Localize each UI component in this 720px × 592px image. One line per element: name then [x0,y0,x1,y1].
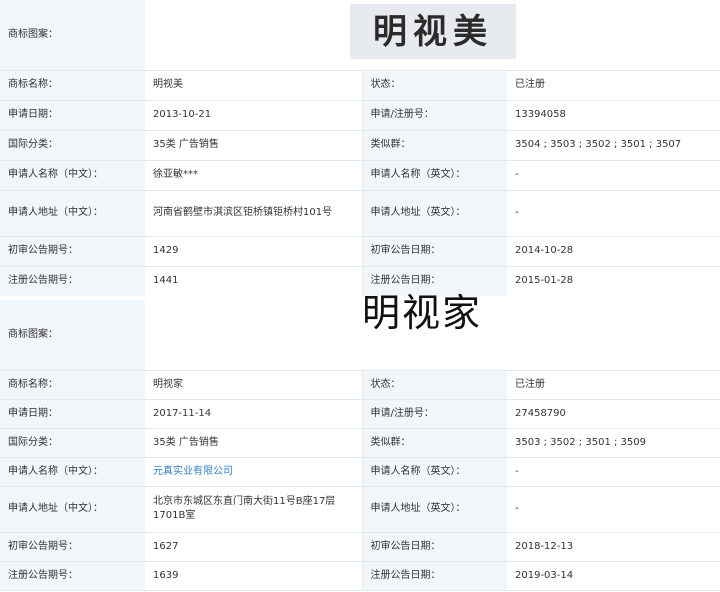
field-label: 注册公告期号： [0,266,145,297]
field-label: 国际分类： [0,130,145,161]
field-label: 注册公告日期： [361,561,507,591]
trademark-record-2: 商标图案： 明视家 商标名称： 明视家 状态： 已注册 申请日期： 2017-1… [0,291,720,591]
trademark-info-table: 商标图案： 明视美 商标名称： 明视美 状态： 已注册 申请日期： 2013-1… [0,0,720,297]
field-label: 初审公告期号： [0,532,145,562]
trademark-logo-text: 明视家 [362,291,483,335]
field-label: 申请人名称（英文）： [361,160,507,191]
field-label: 申请人地址（中文）： [0,486,145,533]
registration-announcement-date-value: 2015-01-28 [507,266,720,297]
field-label: 初审公告期号： [0,236,145,267]
trademark-info-table: 商标图案： 明视家 商标名称： 明视家 状态： 已注册 申请日期： 2017-1… [0,291,720,591]
trademark-logo-text: 明视美 [373,11,493,52]
field-label: 申请人名称（中文）： [0,457,145,487]
registration-number-value: 27458790 [507,399,720,429]
applicant-address-cn-value: 北京市东城区东直门南大街11号B座17层1701B室 [145,486,362,533]
application-date-value: 2013-10-21 [145,100,362,131]
registration-announcement-date-value: 2019-03-14 [507,561,720,591]
applicant-address-cn-value: 河南省鹤壁市淇滨区钜桥镇钜桥村101号 [145,190,362,237]
similar-groups-value: 3504 ; 3503 ; 3502 ; 3501 ; 3507 [507,130,720,161]
registration-announcement-issue-value: 1639 [145,561,362,591]
trademark-name-value: 明视家 [145,370,362,400]
field-label: 申请/注册号： [361,399,507,429]
logo-label: 商标图案： [0,300,145,371]
prelim-announcement-date-value: 2014-10-28 [507,236,720,267]
field-label: 申请人名称（英文）： [361,457,507,487]
field-label: 申请/注册号： [361,100,507,131]
registration-announcement-issue-value: 1441 [145,266,362,297]
logo-label: 商标图案： [0,0,145,71]
international-class-value: 35类 广告销售 [145,130,362,161]
trademark-logo: 明视美 [145,0,720,71]
applicant-name-cn-value: 元真实业有限公司 [145,457,362,487]
field-label: 注册公告期号： [0,561,145,591]
field-label: 申请人名称（中文）： [0,160,145,191]
registration-number-value: 13394058 [507,100,720,131]
field-label: 初审公告日期： [361,532,507,562]
applicant-name-cn-value: 徐亚敏*** [145,160,362,191]
status-value: 已注册 [507,370,720,400]
field-label: 商标名称： [0,370,145,400]
field-label: 国际分类： [0,428,145,458]
international-class-value: 35类 广告销售 [145,428,362,458]
field-label: 申请人地址（英文）： [361,190,507,237]
trademark-name-value: 明视美 [145,70,362,101]
field-label: 申请日期： [0,399,145,429]
trademark-record-1: 商标图案： 明视美 商标名称： 明视美 状态： 已注册 申请日期： 2013-1… [0,0,720,297]
field-label: 申请人地址（英文）： [361,486,507,533]
field-label: 申请人地址（中文）： [0,190,145,237]
applicant-name-en-value: - [507,160,720,191]
field-label: 类似群： [361,130,507,161]
prelim-announcement-issue-value: 1627 [145,532,362,562]
field-label: 申请日期： [0,100,145,131]
field-label: 状态： [361,70,507,101]
field-label: 初审公告日期： [361,236,507,267]
field-label: 商标名称： [0,70,145,101]
field-label: 类似群： [361,428,507,458]
trademark-logo: 明视家 [145,291,720,371]
field-label: 状态： [361,370,507,400]
applicant-name-en-value: - [507,457,720,487]
prelim-announcement-date-value: 2018-12-13 [507,532,720,562]
applicant-address-en-value: - [507,486,720,533]
similar-groups-value: 3503 ; 3502 ; 3501 ; 3509 [507,428,720,458]
prelim-announcement-issue-value: 1429 [145,236,362,267]
applicant-name-link[interactable]: 元真实业有限公司 [153,466,233,477]
applicant-address-en-value: - [507,190,720,237]
application-date-value: 2017-11-14 [145,399,362,429]
status-value: 已注册 [507,70,720,101]
